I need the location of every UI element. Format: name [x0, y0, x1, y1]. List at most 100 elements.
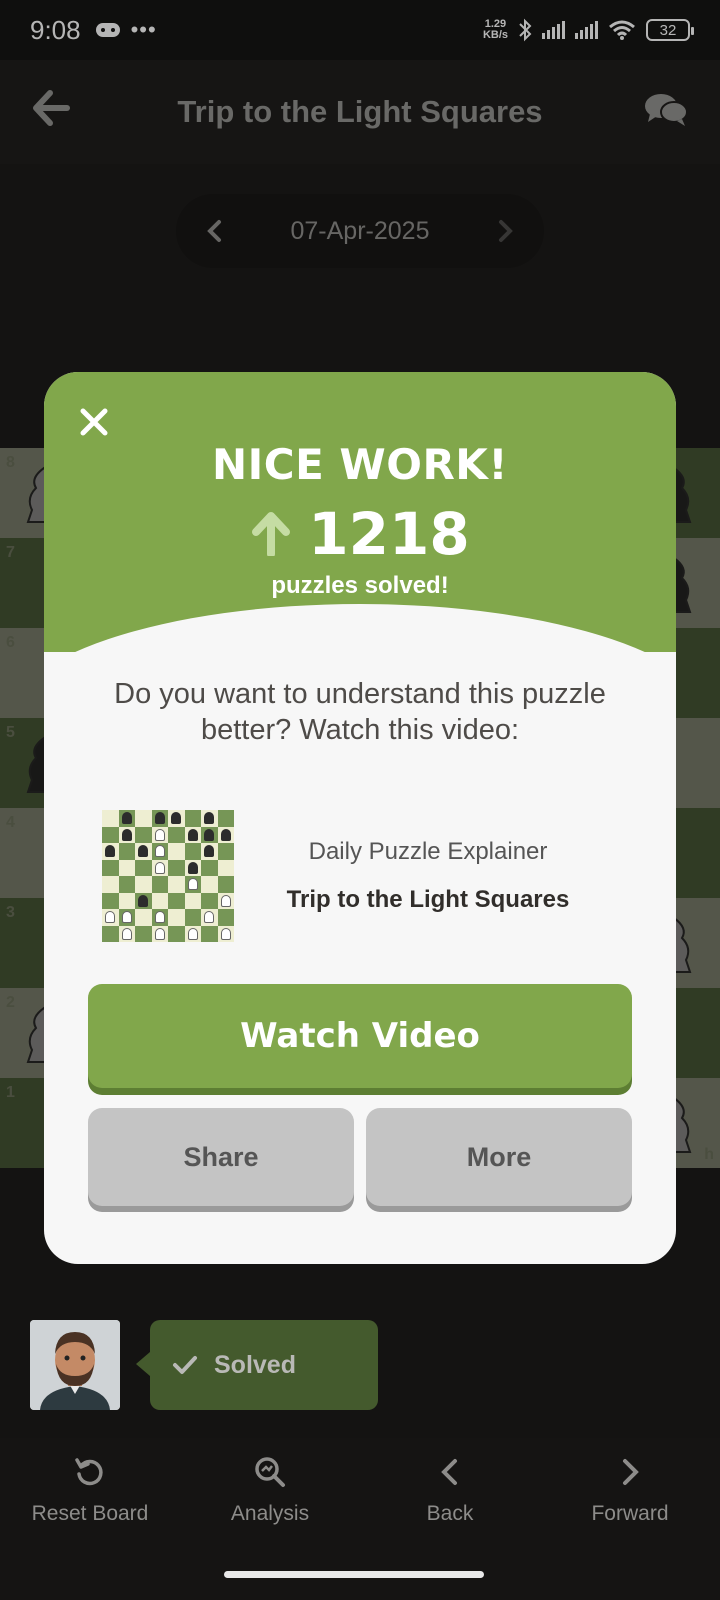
- thumbnail-square: [135, 810, 152, 827]
- thumbnail-square: [184, 892, 201, 909]
- gesture-bar[interactable]: [224, 1571, 484, 1578]
- thumbnail-square: [184, 826, 201, 843]
- thumbnail-square: [168, 843, 185, 860]
- thumbnail-square: [118, 876, 135, 893]
- thumbnail-piece: [154, 845, 165, 857]
- thumbnail-square: [201, 909, 218, 926]
- page-title: Trip to the Light Squares: [177, 94, 543, 129]
- thumbnail-piece: [220, 927, 231, 940]
- thumbnail-piece: [204, 812, 214, 824]
- video-prompt: Do you want to understand this puzzle be…: [114, 678, 606, 746]
- video-thumbnail[interactable]: [102, 810, 234, 942]
- thumbnail-square: [102, 826, 119, 843]
- thumbnail-square: [102, 859, 119, 876]
- thumbnail-square: [102, 810, 119, 827]
- signal-icon-2: [575, 21, 598, 39]
- thumbnail-square: [168, 909, 185, 926]
- arrow-left-icon[interactable]: [32, 90, 70, 126]
- watch-video-button[interactable]: Watch Video: [88, 984, 632, 1088]
- thumbnail-square: [135, 876, 152, 893]
- solved-label: Solved: [214, 1350, 296, 1379]
- thumbnail-square: [201, 925, 218, 942]
- thumbnail-square: [217, 826, 234, 843]
- more-dots-icon: •••: [130, 17, 157, 42]
- thumbnail-piece: [154, 828, 165, 841]
- thumbnail-square: [201, 810, 218, 827]
- chevron-left-icon: [441, 1459, 457, 1485]
- thumbnail-square: [151, 826, 168, 843]
- more-button[interactable]: More: [366, 1108, 632, 1206]
- thumbnail-piece: [220, 894, 231, 907]
- thumbnail-square: [184, 859, 201, 876]
- chevron-left-icon[interactable]: [206, 219, 222, 243]
- rank-label: 3: [6, 904, 15, 921]
- reset-board-button[interactable]: Reset Board: [0, 1438, 180, 1600]
- puzzle-date: 07-Apr-2025: [290, 216, 430, 245]
- chevron-right-icon[interactable]: [498, 219, 514, 243]
- video-title: Trip to the Light Squares: [286, 886, 570, 913]
- thumbnail-square: [217, 876, 234, 893]
- thumbnail-square: [135, 909, 152, 926]
- wifi-icon: [609, 20, 635, 40]
- thumbnail-square: [201, 826, 218, 843]
- thumbnail-square: [118, 909, 135, 926]
- close-icon[interactable]: [78, 406, 110, 438]
- thumbnail-square: [151, 909, 168, 926]
- thumbnail-square: [118, 843, 135, 860]
- thumbnail-square: [168, 859, 185, 876]
- thumbnail-square: [201, 843, 218, 860]
- thumbnail-square: [184, 925, 201, 942]
- thumbnail-square: [168, 892, 185, 909]
- back-label: Back: [426, 1502, 474, 1525]
- puzzle-solved-dialog: NICE WORK! 1218 puzzles solved! Do you w…: [44, 372, 676, 1264]
- thumbnail-square: [201, 859, 218, 876]
- game-controller-icon: [95, 23, 120, 37]
- headline: NICE WORK!: [212, 440, 508, 489]
- rank-label: 6: [6, 634, 15, 651]
- rank-label: 4: [6, 814, 15, 831]
- thumbnail-square: [118, 859, 135, 876]
- thumbnail-square: [168, 826, 185, 843]
- thumbnail-square: [217, 909, 234, 926]
- thumbnail-square: [201, 876, 218, 893]
- thumbnail-square: [184, 843, 201, 860]
- thumbnail-square: [118, 826, 135, 843]
- thumbnail-square: [151, 876, 168, 893]
- solved-status-badge: Solved: [136, 1320, 378, 1410]
- thumbnail-square: [168, 925, 185, 942]
- thumbnail-square: [151, 925, 168, 942]
- thumbnail-square: [102, 925, 119, 942]
- thumbnail-square: [151, 810, 168, 827]
- video-subtitle: Daily Puzzle Explainer: [308, 838, 548, 865]
- thumbnail-piece: [204, 911, 214, 923]
- thumbnail-piece: [187, 828, 198, 841]
- thumbnail-square: [151, 843, 168, 860]
- thumbnail-square: [151, 859, 168, 876]
- reset-board-label: Reset Board: [31, 1502, 149, 1525]
- thumbnail-square: [201, 892, 218, 909]
- net-speed: 1.29 KB/s: [482, 18, 508, 41]
- thumbnail-piece: [187, 878, 198, 890]
- thumbnail-square: [135, 859, 152, 876]
- video-card[interactable]: Daily Puzzle Explainer Trip to the Light…: [102, 810, 622, 942]
- forward-button[interactable]: Forward: [540, 1438, 720, 1600]
- thumbnail-piece: [187, 861, 198, 874]
- thumbnail-square: [217, 925, 234, 942]
- thumbnail-piece: [171, 812, 181, 824]
- chevron-right-icon: [623, 1459, 639, 1485]
- thumbnail-square: [118, 925, 135, 942]
- thumbnail-square: [118, 810, 135, 827]
- status-bar: 9:08 ••• 1.29 KB/s 32: [0, 0, 720, 60]
- analysis-magnifier-icon: [255, 1457, 285, 1487]
- share-button[interactable]: Share: [88, 1108, 354, 1206]
- date-navigator: 07-Apr-2025: [176, 194, 544, 268]
- thumbnail-piece: [105, 845, 115, 857]
- thumbnail-piece: [121, 812, 132, 824]
- thumbnail-piece: [154, 927, 165, 940]
- chat-bubbles-icon[interactable]: [644, 92, 688, 128]
- thumbnail-piece: [187, 927, 198, 940]
- thumbnail-piece: [154, 861, 165, 874]
- checkmark-icon: [173, 1356, 197, 1374]
- forward-label: Forward: [591, 1502, 669, 1525]
- bluetooth-icon: [519, 18, 532, 42]
